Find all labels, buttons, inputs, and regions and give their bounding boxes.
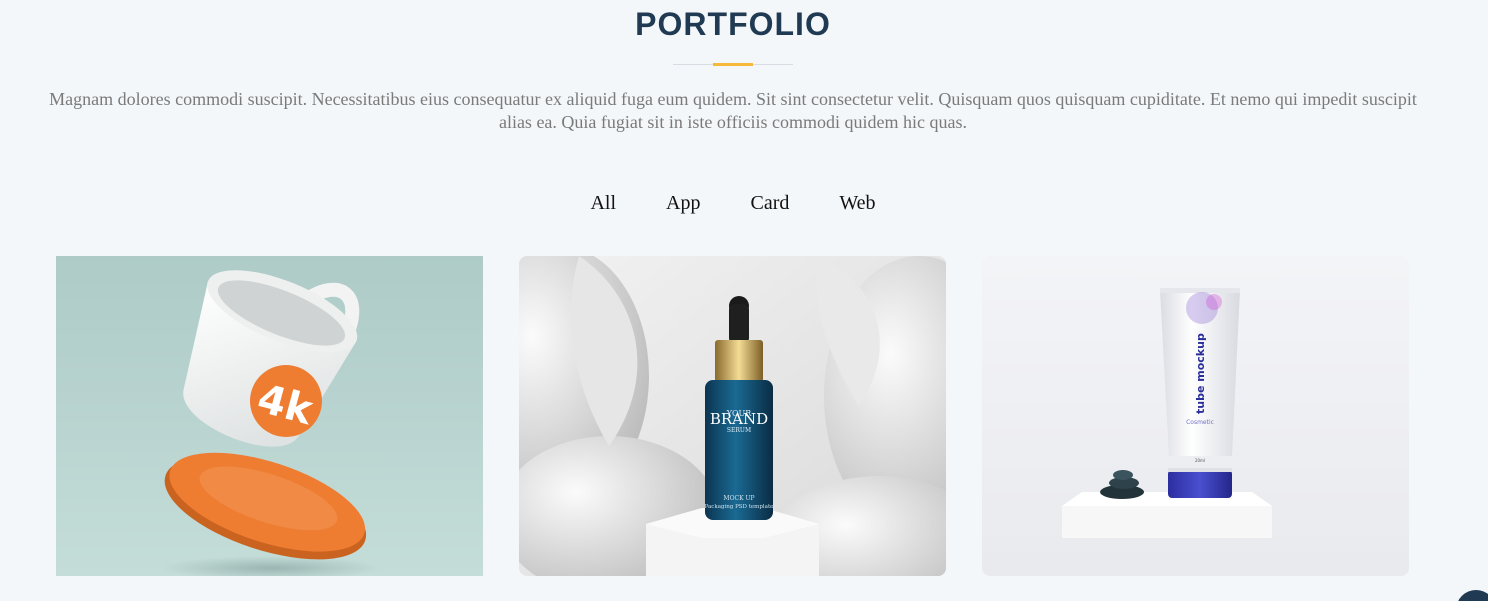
bottle-brand-line2: BRAND: [710, 410, 768, 428]
section-title: PORTFOLIO: [635, 6, 831, 42]
filter-card[interactable]: Card: [725, 192, 814, 215]
filter-web[interactable]: Web: [814, 192, 900, 215]
serum-mockup-image: YOUR BRAND SERUM MOCK UP Packaging PSD t…: [519, 256, 946, 576]
scroll-to-top-button[interactable]: [1456, 590, 1488, 601]
mug-mockup-image: 4k: [56, 256, 483, 576]
portfolio-item-mug[interactable]: 4k: [56, 256, 483, 576]
bottle-mock-line2: Packaging PSD template: [705, 504, 774, 510]
bottle-brand-line3: SERUM: [727, 427, 751, 434]
tube-size-label: 20ml: [1195, 458, 1205, 463]
portfolio-item-serum[interactable]: YOUR BRAND SERUM MOCK UP Packaging PSD t…: [519, 256, 946, 576]
bottle-mock-line1: MOCK UP: [723, 495, 754, 502]
tube-mockup-image: tube mockup Cosmetic 20ml: [982, 256, 1409, 576]
filter-all[interactable]: All: [565, 192, 641, 215]
tube-label: tube mockup: [1194, 333, 1207, 414]
tube-sub-label: Cosmetic: [1186, 419, 1214, 426]
portfolio-item-tube[interactable]: tube mockup Cosmetic 20ml: [982, 256, 1409, 576]
portfolio-section: PORTFOLIO Magnam dolores commodi suscipi…: [0, 0, 1488, 601]
portfolio-filters: All App Card Web: [0, 192, 1466, 215]
filter-app[interactable]: App: [641, 192, 725, 215]
section-description: Magnam dolores commodi suscipit. Necessi…: [49, 89, 1417, 132]
title-accent-bar: [713, 63, 753, 66]
